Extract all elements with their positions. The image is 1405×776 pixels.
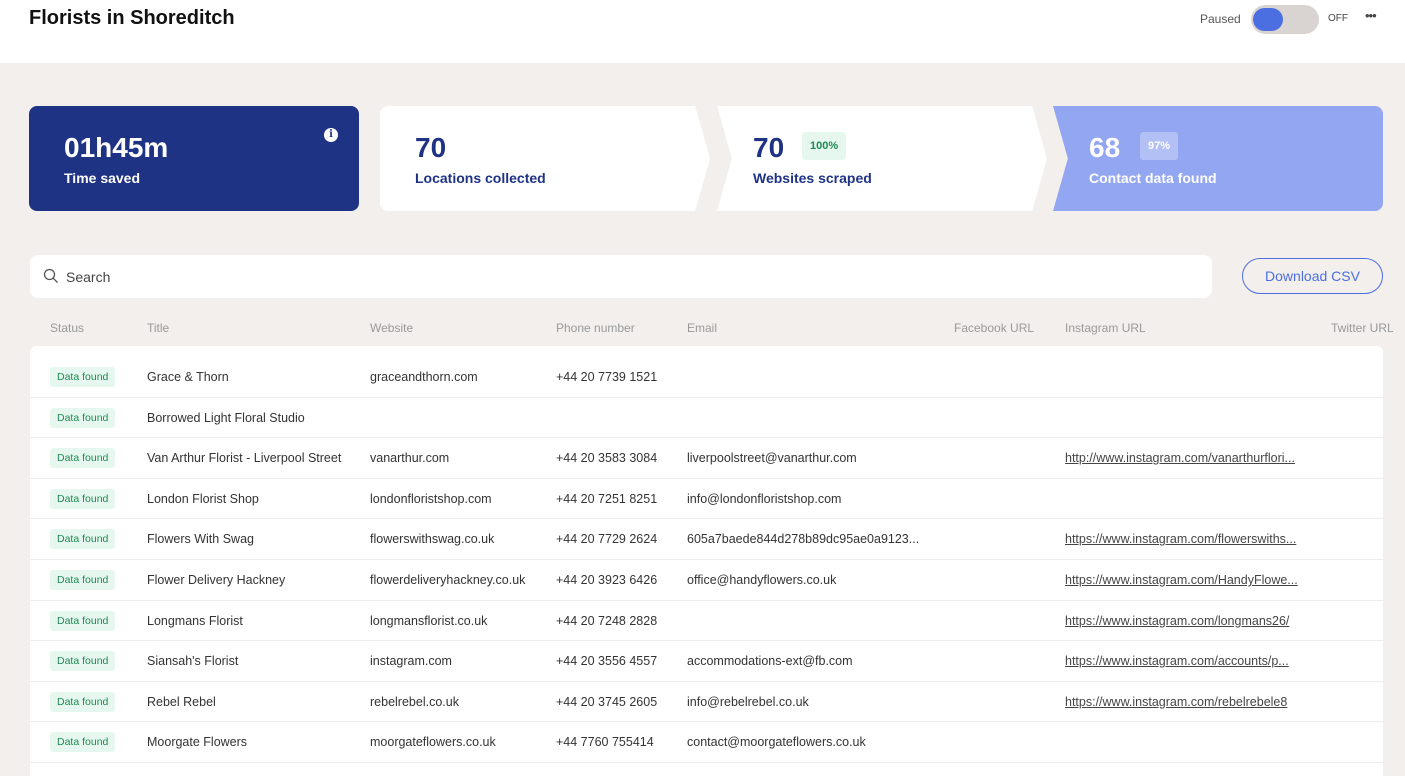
stat-label: Locations collected [415, 170, 546, 186]
info-icon[interactable]: i [324, 128, 338, 142]
phone-cell: +44 20 3745 2605 [556, 694, 658, 709]
title-cell: Flowers With Swag [147, 532, 254, 547]
table-row[interactable]: Data found Grace & Thorn graceandthorn.com… [30, 357, 1383, 398]
stat-time-saved: 01h45m Time saved i [29, 106, 359, 211]
title-cell: Moorgate Flowers [147, 735, 248, 750]
status-badge: Data found [50, 610, 116, 631]
email-cell: office@handyflowers.co.uk [687, 573, 837, 587]
title-cell: Rebel Rebel [147, 694, 216, 709]
email-cell: 605a7baede844d278b89dc95ae0a9123... [687, 532, 920, 547]
phone-cell: +44 20 3583 3084 [556, 451, 658, 466]
stat-locations: 70 Locations collected [380, 106, 710, 211]
table-row[interactable]: Data found Siansah's Florist instagram.com… [30, 641, 1383, 682]
status-label: Paused [1200, 12, 1241, 26]
title-cell: Borrowed Light Floral Studio [147, 410, 305, 425]
instagram-cell[interactable]: https://www.instagram.com/rebelrebele8 [1065, 682, 1287, 722]
column-header[interactable]: Email [687, 321, 717, 335]
table-row[interactable]: Data found Flowers With Swag flowerswithsw… [30, 519, 1383, 560]
status-badge: Data found [50, 529, 116, 550]
status-badge: Data found [50, 407, 116, 428]
phone-cell: +44 20 7248 2828 [556, 613, 658, 628]
percent-badge: 100% [802, 132, 847, 160]
column-header[interactable]: Title [147, 321, 169, 335]
table-row[interactable]: Data found Borrowed Light Floral Studio [30, 398, 1383, 439]
table-row[interactable]: Data found Moorgate Flowers moorgateflower… [30, 722, 1383, 763]
website-cell: londonfloristshop.com [370, 491, 492, 506]
column-header[interactable]: Website [370, 321, 413, 335]
column-header[interactable]: Status [50, 321, 84, 335]
website-cell: instagram.com [370, 654, 452, 669]
search-bar [30, 255, 1212, 298]
instagram-cell[interactable]: http://www.instagram.com/vanarthurflori.… [1065, 438, 1295, 478]
website-cell: moorgateflowers.co.uk [370, 735, 496, 750]
stat-value: 01h45m [64, 132, 169, 163]
phone-cell: +44 20 7739 1521 [556, 370, 658, 384]
column-header[interactable]: Instagram URL [1065, 321, 1146, 335]
toggle-state: OFF [1328, 13, 1348, 24]
email-cell: accommodations-ext@fb.com [687, 654, 853, 669]
title-cell: Longmans Florist [147, 613, 243, 628]
title-cell: Flower Delivery Hackney [147, 573, 286, 587]
status-badge: Data found [50, 448, 116, 469]
phone-cell: +44 7760 755414 [556, 735, 654, 750]
table-row[interactable]: Data found Longmans Florist longmansfloris… [30, 601, 1383, 642]
column-header[interactable]: Twitter URL [1331, 321, 1394, 335]
ellipsis-icon[interactable]: ••• [1365, 8, 1377, 23]
phone-cell: +44 20 3556 4557 [556, 654, 658, 669]
table-row[interactable]: Data found Flower Delivery Hackney flowerd… [30, 560, 1383, 601]
stat-value: 68 [1089, 132, 1121, 163]
table-row[interactable]: Data found Rebel Rebel rebelrebel.co.uk +44… [30, 682, 1383, 723]
percent-badge: 97% [1140, 132, 1179, 160]
stat-label: Time saved [64, 170, 141, 186]
website-cell: vanarthur.com [370, 451, 450, 466]
phone-cell: +44 20 3923 6426 [556, 573, 658, 587]
table-row[interactable]: Data found London Florist Shop londonflori… [30, 479, 1383, 520]
status-badge: Data found [50, 691, 116, 712]
phone-cell: +44 20 7729 2624 [556, 532, 658, 547]
email-cell: info@londonfloristshop.com [687, 491, 842, 506]
search-icon [43, 268, 58, 283]
results-table: Data found Grace & Thorn graceandthorn.com… [30, 346, 1383, 776]
title-cell: London Florist Shop [147, 491, 259, 506]
phone-cell: +44 20 7251 8251 [556, 491, 658, 506]
stat-value: 70 [415, 132, 447, 163]
page-title: Florists in Shoreditch [29, 7, 235, 29]
download-csv-button[interactable]: Download CSV [1242, 258, 1383, 294]
instagram-cell[interactable]: https://www.instagram.com/HandyFlowe... [1065, 560, 1298, 600]
column-header[interactable]: Phone number [556, 321, 635, 335]
website-cell: rebelrebel.co.uk [370, 694, 459, 709]
title-cell: Grace & Thorn [147, 370, 229, 384]
stat-label: Websites scraped [753, 170, 872, 186]
instagram-cell[interactable]: https://www.instagram.com/flowerswiths..… [1065, 519, 1296, 559]
pause-toggle[interactable] [1251, 5, 1319, 34]
website-cell: flowerdeliveryhackney.co.uk [370, 573, 526, 587]
table-row[interactable]: Data found Van Arthur Florist - Liverpool… [30, 438, 1383, 479]
email-cell: info@rebelrebel.co.uk [687, 694, 809, 709]
status-badge: Data found [50, 651, 116, 672]
stat-websites: 70 100% Websites scraped [717, 106, 1047, 211]
stat-value: 70 [753, 132, 785, 163]
title-cell: Van Arthur Florist - Liverpool Street [147, 451, 342, 466]
top-bar: Florists in Shoreditch Paused OFF ••• [0, 0, 1405, 63]
stat-contact-data: 68 97% Contact data found [1053, 106, 1383, 211]
website-cell: longmansflorist.co.uk [370, 613, 488, 628]
website-cell: flowerswithswag.co.uk [370, 532, 495, 547]
search-input[interactable] [66, 255, 1166, 298]
title-cell: Siansah's Florist [147, 654, 239, 669]
status-badge: Data found [50, 367, 116, 387]
status-badge: Data found [50, 570, 116, 590]
toggle-knob[interactable] [1253, 8, 1283, 31]
instagram-cell[interactable]: https://www.instagram.com/longmans26/ [1065, 601, 1289, 641]
email-cell: contact@moorgateflowers.co.uk [687, 735, 866, 750]
stat-label: Contact data found [1089, 170, 1217, 186]
website-cell: graceandthorn.com [370, 370, 478, 384]
status-badge: Data found [50, 732, 116, 753]
column-header[interactable]: Facebook URL [954, 321, 1034, 335]
email-cell: liverpoolstreet@vanarthur.com [687, 451, 857, 466]
status-badge: Data found [50, 488, 116, 509]
instagram-cell[interactable]: https://www.instagram.com/accounts/p... [1065, 641, 1289, 681]
